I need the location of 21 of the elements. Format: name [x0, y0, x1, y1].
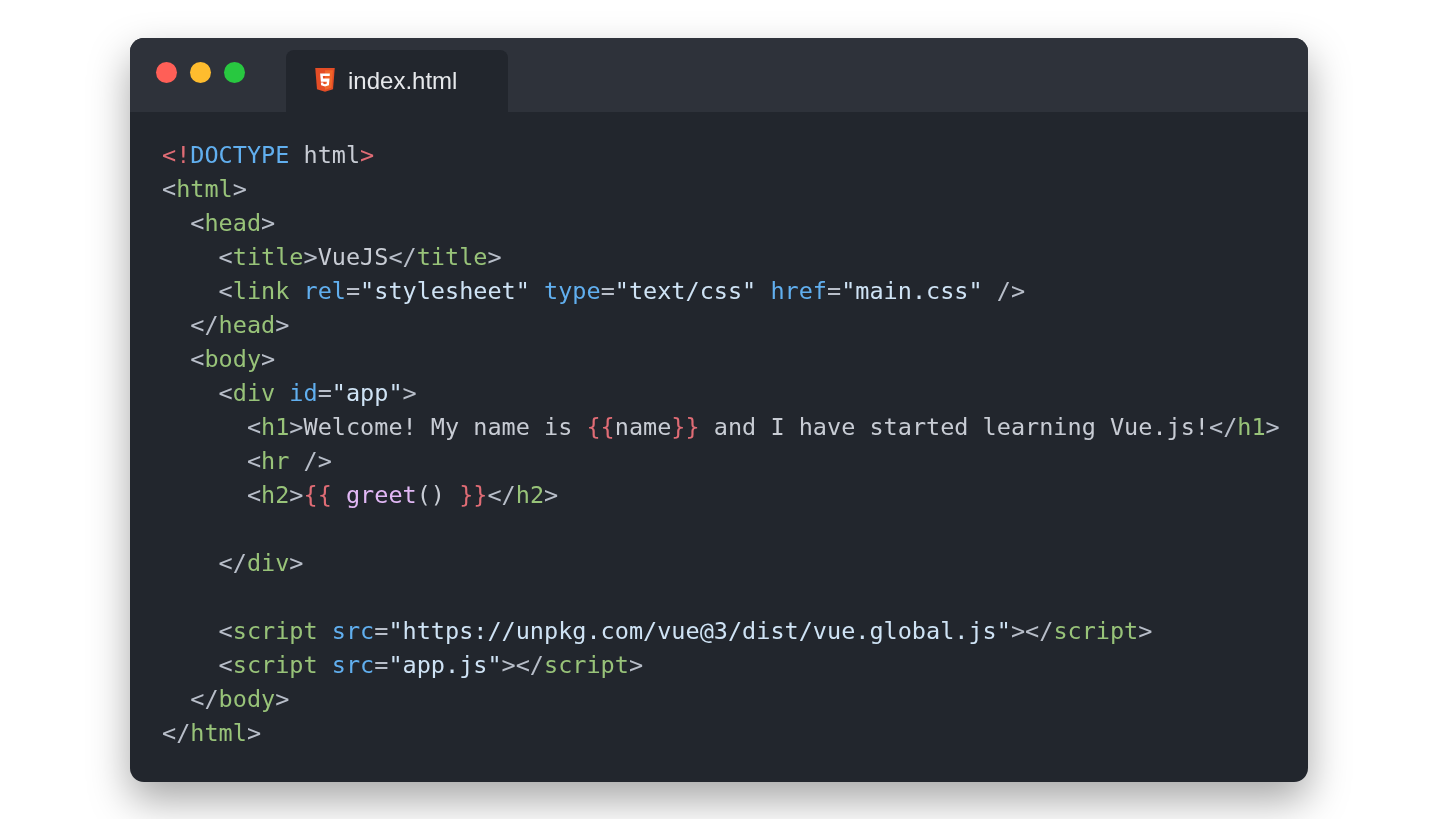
code-line: </head>	[189, 310, 290, 341]
maximize-button[interactable]	[224, 62, 245, 83]
code-line: <div id="app">	[217, 378, 417, 409]
html5-icon	[314, 68, 336, 94]
code-line: <script src="app.js"></script>	[217, 650, 644, 681]
code-line: <html>	[162, 174, 247, 205]
code-line: <body>	[189, 344, 276, 375]
code-line: </body>	[189, 684, 290, 715]
minimize-button[interactable]	[190, 62, 211, 83]
close-button[interactable]	[156, 62, 177, 83]
code-line: </html>	[162, 718, 262, 749]
code-line: <h2>{{ greet() }}</h2>	[245, 480, 559, 511]
code-line: <!DOCTYPE html>	[162, 140, 375, 171]
file-tab[interactable]: index.html	[286, 50, 508, 112]
code-line: <h1>Welcome! My name is {{name}} and I have started learning Vue.js!</h1>	[245, 412, 1280, 443]
code-line: <hr />	[245, 446, 332, 477]
code-line: </div>	[217, 548, 304, 579]
code-line: <script src="https://unpkg.com/vue@3/dist/vue.global.js"></script>	[217, 616, 1153, 647]
code-line: <title>VueJS</title>	[217, 242, 502, 273]
code-line: <head>	[189, 208, 276, 239]
code-line: <link rel="stylesheet" type="text/css" href="main.css" />	[217, 276, 1026, 307]
